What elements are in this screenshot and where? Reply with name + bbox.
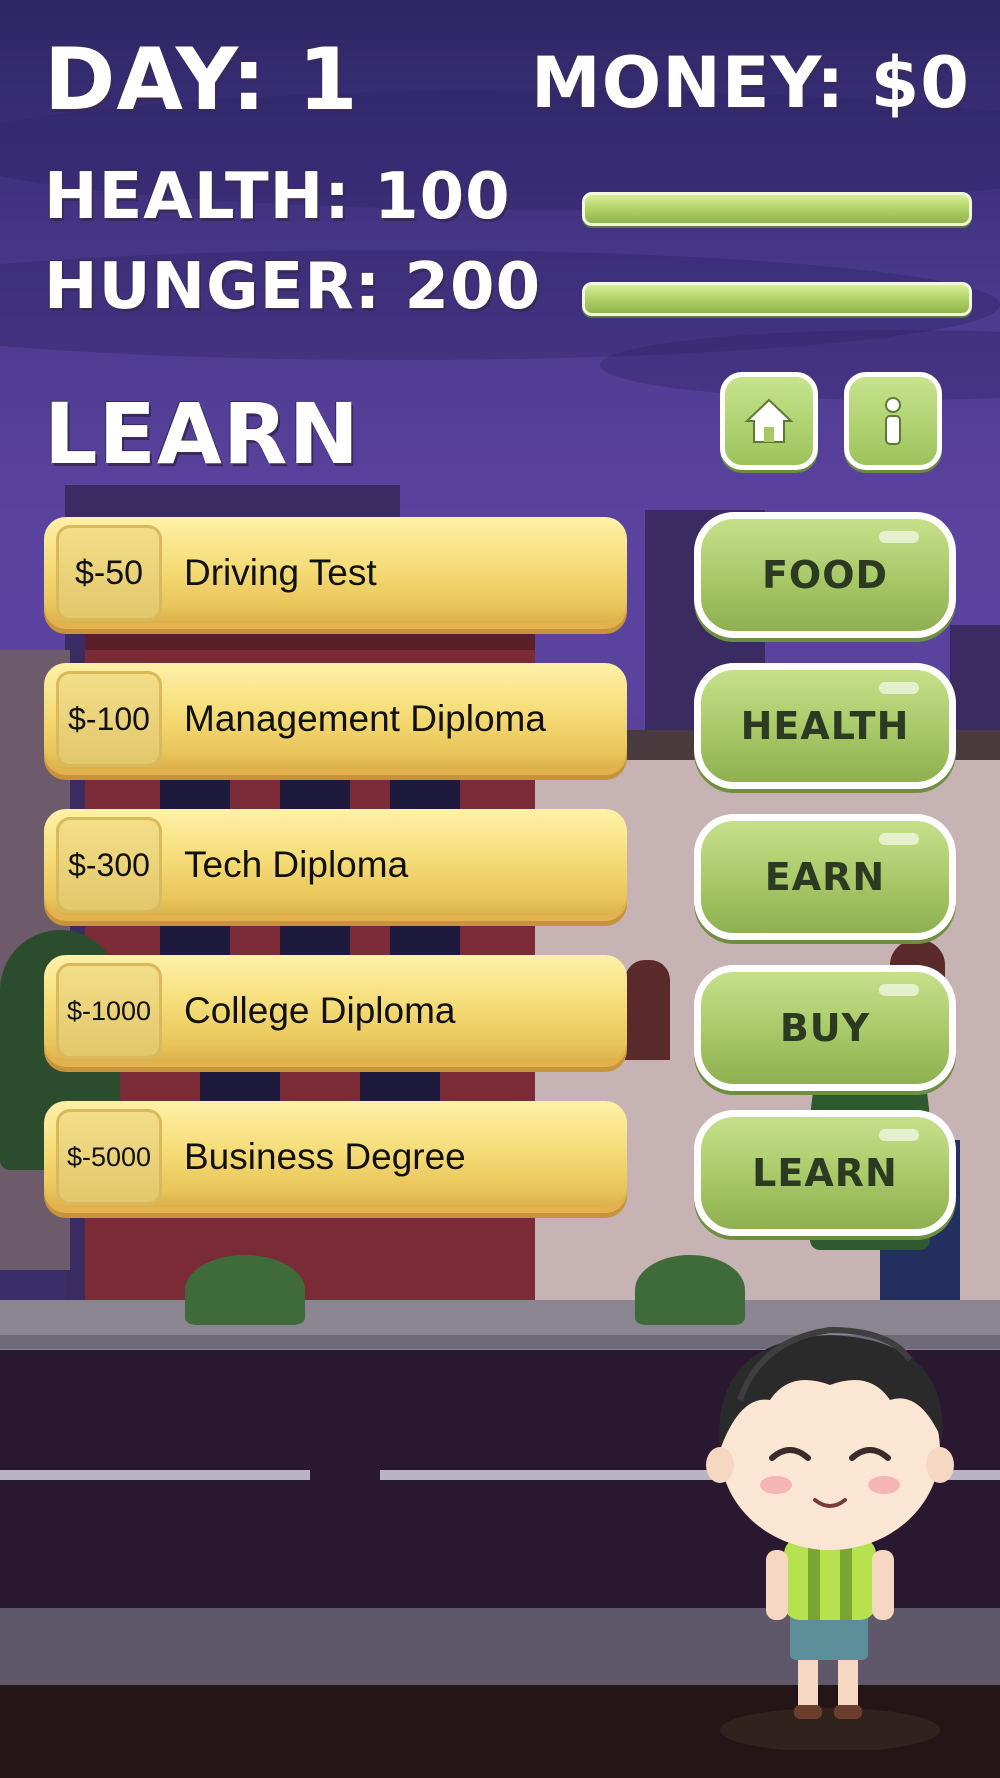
course-item-college-diploma[interactable]: $-1000 College Diploma — [44, 955, 627, 1067]
course-price: $-1000 — [56, 963, 162, 1059]
menu-label: FOOD — [761, 553, 889, 597]
course-price: $-5000 — [56, 1109, 162, 1205]
home-icon — [744, 398, 794, 443]
home-button[interactable] — [720, 372, 818, 470]
info-icon — [885, 397, 901, 445]
lane-marking — [0, 1470, 310, 1480]
screen-title: LEARN — [44, 385, 360, 483]
health-label: HEALTH: 100 — [44, 160, 511, 234]
day-counter: DAY: 1 — [44, 30, 359, 130]
bush — [185, 1255, 305, 1325]
health-bar — [582, 192, 972, 226]
menu-button-food[interactable]: FOOD — [694, 512, 956, 638]
course-price: $-100 — [56, 671, 162, 767]
hunger-bar — [582, 282, 972, 316]
game-screen: DAY: 1 MONEY: $0 HEALTH: 100 HUNGER: 200… — [0, 0, 1000, 1778]
course-item-business-degree[interactable]: $-5000 Business Degree — [44, 1101, 627, 1213]
course-item-driving-test[interactable]: $-50 Driving Test — [44, 517, 627, 629]
hunger-label: HUNGER: 200 — [44, 250, 542, 324]
menu-label: EARN — [764, 855, 886, 899]
menu-label: BUY — [779, 1006, 871, 1050]
course-price: $-50 — [56, 525, 162, 621]
course-item-management-diploma[interactable]: $-100 Management Diploma — [44, 663, 627, 775]
course-item-tech-diploma[interactable]: $-300 Tech Diploma — [44, 809, 627, 921]
money-counter: MONEY: $0 — [531, 42, 970, 124]
menu-label: HEALTH — [740, 704, 910, 748]
course-price: $-300 — [56, 817, 162, 913]
menu-button-learn[interactable]: LEARN — [694, 1110, 956, 1236]
menu-button-earn[interactable]: EARN — [694, 814, 956, 940]
course-name: Management Diploma — [184, 698, 546, 739]
player-character — [706, 1326, 954, 1750]
menu-button-buy[interactable]: BUY — [694, 965, 956, 1091]
menu-label: LEARN — [752, 1151, 898, 1195]
menu-button-health[interactable]: HEALTH — [694, 663, 956, 789]
info-button[interactable] — [844, 372, 942, 470]
course-name: Driving Test — [184, 552, 377, 593]
course-name: College Diploma — [184, 990, 456, 1031]
course-name: Tech Diploma — [184, 844, 409, 885]
course-name: Business Degree — [184, 1136, 466, 1177]
